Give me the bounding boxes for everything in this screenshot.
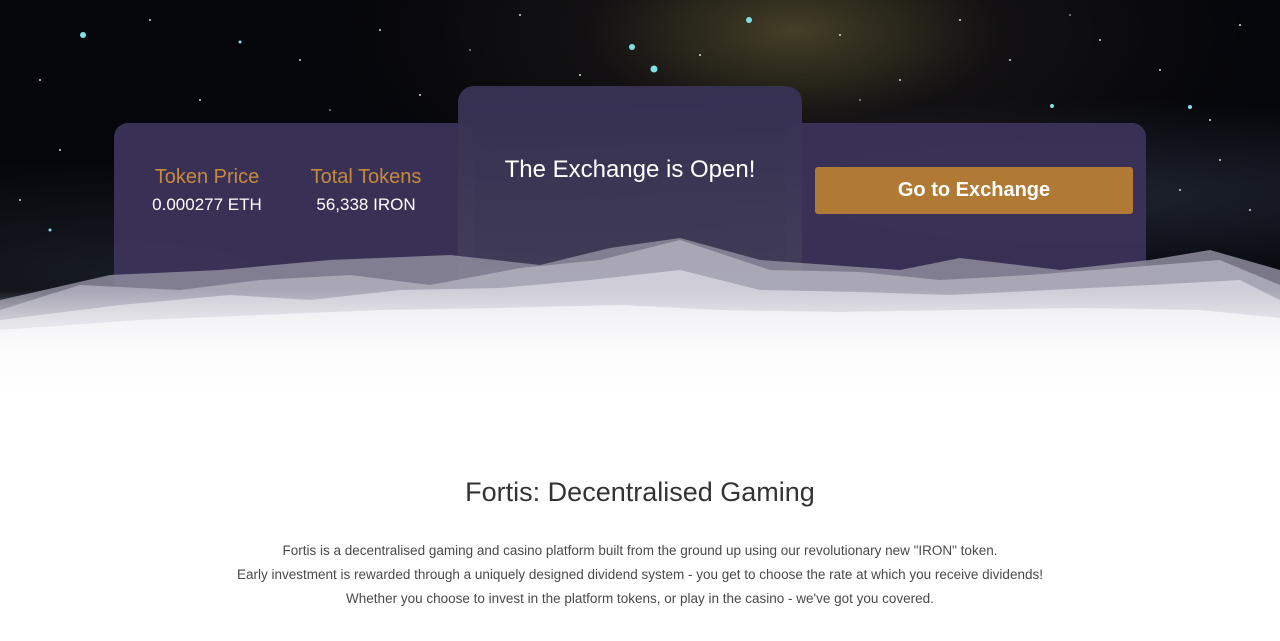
- token-price-value: 0.000277 ETH: [152, 195, 262, 214]
- intro-line: Fortis is a decentralised gaming and cas…: [282, 543, 998, 558]
- total-tokens-value: 56,338 IRON: [316, 195, 416, 214]
- page-title: Fortis: Decentralised Gaming: [465, 477, 815, 507]
- go-to-exchange-button[interactable]: Go to Exchange: [815, 167, 1133, 214]
- hero-banner: Token Price 0.000277 ETH Total Tokens 56…: [0, 0, 1280, 390]
- token-price-stat: Token Price 0.000277 ETH: [132, 166, 282, 215]
- total-tokens-stat: Total Tokens 56,338 IRON: [291, 166, 441, 215]
- total-tokens-label: Total Tokens: [310, 166, 422, 188]
- token-price-label: Token Price: [154, 166, 260, 188]
- intro-line: Whether you choose to invest in the plat…: [346, 591, 934, 606]
- intro-paragraph: Fortis is a decentralised gaming and cas…: [0, 539, 1280, 611]
- mountain-divider: [0, 238, 1280, 390]
- exchange-status-text: The Exchange is Open!: [504, 156, 756, 183]
- intro-line: Early investment is rewarded through a u…: [237, 567, 1043, 582]
